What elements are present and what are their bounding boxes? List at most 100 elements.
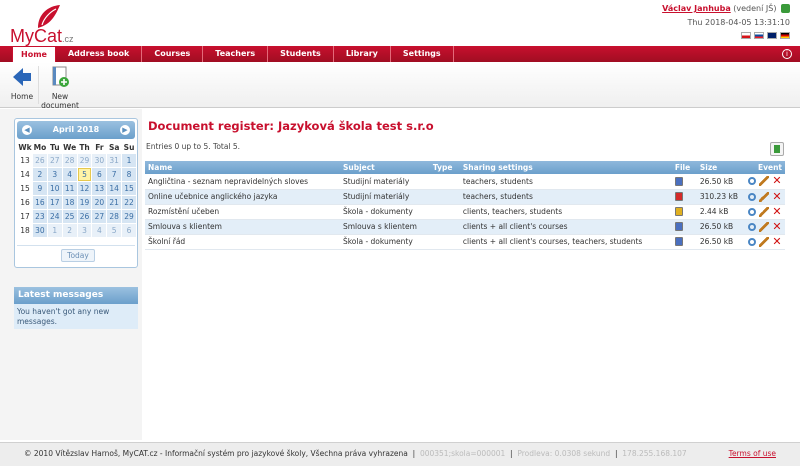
nav-students[interactable]: Students bbox=[268, 46, 334, 62]
prev-month-icon[interactable]: ◀ bbox=[22, 125, 32, 135]
doc-icon[interactable] bbox=[674, 177, 683, 186]
column-header-sharing[interactable]: Sharing settings bbox=[459, 161, 672, 174]
table-row[interactable]: Smlouva s klientem Smlouva s klientem clie… bbox=[145, 219, 785, 235]
edit-icon[interactable] bbox=[759, 221, 769, 232]
calendar-day[interactable]: 9 bbox=[32, 182, 47, 195]
column-header-size[interactable]: Size bbox=[696, 161, 741, 174]
row-sharing: clients, teachers, students bbox=[459, 204, 672, 220]
column-header-name[interactable]: Name bbox=[145, 161, 340, 174]
view-icon[interactable] bbox=[748, 237, 756, 246]
calendar-day[interactable]: 24 bbox=[47, 210, 62, 223]
delete-icon[interactable]: ✕ bbox=[772, 221, 782, 232]
calendar-day[interactable]: 26 bbox=[77, 210, 92, 223]
calendar-day[interactable]: 30 bbox=[92, 154, 107, 167]
mycat-logo[interactable]: MyCat.cz bbox=[10, 4, 80, 46]
calendar-day[interactable]: 11 bbox=[62, 182, 77, 195]
calendar-day[interactable]: 1 bbox=[47, 224, 62, 237]
calendar-day[interactable]: 3 bbox=[47, 168, 62, 181]
logout-icon[interactable] bbox=[781, 4, 790, 13]
doc-icon[interactable] bbox=[674, 237, 683, 247]
calendar-day[interactable]: 20 bbox=[92, 196, 107, 209]
edit-icon[interactable] bbox=[759, 191, 769, 202]
calendar-day[interactable]: 29 bbox=[122, 210, 136, 223]
calendar-day[interactable]: 27 bbox=[92, 210, 107, 223]
calendar-day[interactable]: 2 bbox=[62, 224, 77, 237]
calendar-day[interactable]: 29 bbox=[77, 154, 92, 167]
calendar-day[interactable]: 23 bbox=[32, 210, 47, 223]
view-icon[interactable] bbox=[748, 207, 756, 216]
edit-icon[interactable] bbox=[759, 176, 769, 187]
terms-of-use-link[interactable]: Terms of use bbox=[729, 443, 776, 465]
calendar-day[interactable]: 27 bbox=[47, 154, 62, 167]
nav-courses[interactable]: Courses bbox=[142, 46, 204, 62]
row-actions: ✕ bbox=[740, 189, 785, 205]
calendar-day[interactable]: 8 bbox=[122, 168, 136, 181]
calendar-day-today[interactable]: 5 bbox=[77, 168, 92, 181]
calendar-day[interactable]: 19 bbox=[77, 196, 92, 209]
next-month-icon[interactable]: ▶ bbox=[120, 125, 130, 135]
calendar-day[interactable]: 18 bbox=[62, 196, 77, 209]
edit-icon[interactable] bbox=[759, 206, 769, 217]
doc-icon[interactable] bbox=[674, 222, 683, 232]
nav-home[interactable]: Home bbox=[12, 46, 56, 62]
calendar-day[interactable]: 1 bbox=[122, 154, 136, 167]
delete-icon[interactable]: ✕ bbox=[772, 206, 782, 217]
table-row[interactable]: Rozmístění učeben Škola - dokumenty client… bbox=[145, 204, 785, 220]
calendar-day[interactable]: 6 bbox=[122, 224, 136, 237]
image-icon[interactable] bbox=[674, 207, 683, 217]
pdf-icon[interactable] bbox=[674, 192, 683, 202]
calendar-day[interactable]: 28 bbox=[107, 210, 122, 223]
calendar-day[interactable]: 5 bbox=[107, 224, 122, 237]
view-icon[interactable] bbox=[748, 222, 756, 231]
column-header-file[interactable]: File bbox=[671, 161, 697, 174]
today-button[interactable]: Today bbox=[61, 249, 95, 262]
latest-messages-body: You haven't got any new messages. bbox=[14, 304, 138, 329]
column-header-subject[interactable]: Subject bbox=[339, 161, 430, 174]
calendar-day[interactable]: 16 bbox=[32, 196, 47, 209]
view-icon[interactable] bbox=[748, 192, 756, 201]
table-row[interactable]: Angličtina - seznam nepravidelných slove… bbox=[145, 174, 785, 190]
calendar-day[interactable]: 4 bbox=[92, 224, 107, 237]
delete-icon[interactable]: ✕ bbox=[772, 236, 782, 247]
calendar-day[interactable]: 14 bbox=[107, 182, 122, 195]
slovak-flag-icon[interactable] bbox=[754, 32, 764, 39]
calendar-day[interactable]: 31 bbox=[107, 154, 122, 167]
nav-teachers[interactable]: Teachers bbox=[203, 46, 269, 62]
view-icon[interactable] bbox=[748, 177, 756, 186]
nav-library[interactable]: Library bbox=[334, 46, 391, 62]
english-flag-icon[interactable] bbox=[767, 32, 777, 39]
calendar-day[interactable]: 26 bbox=[32, 154, 47, 167]
table-row[interactable]: Online učebnice anglického jazyka Studijn… bbox=[145, 189, 785, 205]
calendar-day[interactable]: 28 bbox=[62, 154, 77, 167]
calendar-day[interactable]: 22 bbox=[122, 196, 136, 209]
calendar-day[interactable]: 15 bbox=[122, 182, 136, 195]
nav-settings[interactable]: Settings bbox=[391, 46, 454, 62]
info-icon[interactable]: i bbox=[782, 49, 792, 59]
calendar-day[interactable]: 17 bbox=[47, 196, 62, 209]
calendar-day[interactable]: 3 bbox=[77, 224, 92, 237]
calendar-day[interactable]: 7 bbox=[107, 168, 122, 181]
calendar-day[interactable]: 6 bbox=[92, 168, 107, 181]
nav-address-book[interactable]: Address book bbox=[56, 46, 143, 62]
calendar-day[interactable]: 25 bbox=[62, 210, 77, 223]
home-button[interactable]: Home bbox=[8, 66, 36, 101]
calendar-day[interactable]: 30 bbox=[32, 224, 47, 237]
calendar-day[interactable]: 10 bbox=[47, 182, 62, 195]
czech-flag-icon[interactable] bbox=[741, 32, 751, 39]
delete-icon[interactable]: ✕ bbox=[772, 175, 782, 186]
delete-icon[interactable]: ✕ bbox=[772, 191, 782, 202]
table-row[interactable]: Školní řád Škola - dokumenty clients + all… bbox=[145, 234, 785, 250]
german-flag-icon[interactable] bbox=[780, 32, 790, 39]
export-button[interactable] bbox=[770, 142, 784, 156]
calendar-day[interactable]: 21 bbox=[107, 196, 122, 209]
calendar-day[interactable]: 12 bbox=[77, 182, 92, 195]
calendar-day[interactable]: 2 bbox=[32, 168, 47, 181]
user-name-link[interactable]: Václav Janhuba bbox=[662, 4, 731, 13]
calendar-day[interactable]: 4 bbox=[62, 168, 77, 181]
footer-meta-ip: 178.255.168.107 bbox=[622, 449, 687, 458]
new-document-button[interactable]: New document bbox=[40, 66, 80, 110]
column-header-type[interactable]: Type bbox=[429, 161, 460, 174]
calendar-day[interactable]: 13 bbox=[92, 182, 107, 195]
edit-icon[interactable] bbox=[759, 236, 769, 247]
week-number: 16 bbox=[20, 198, 30, 207]
